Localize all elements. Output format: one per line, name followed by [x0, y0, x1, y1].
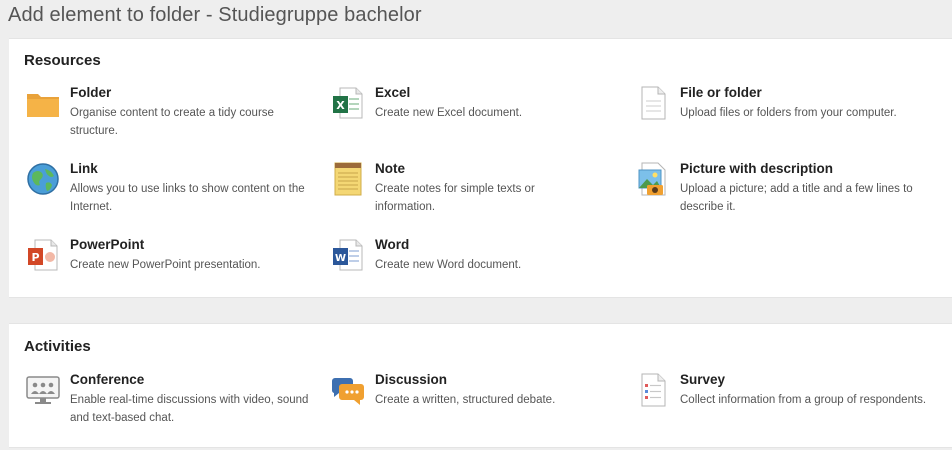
activity-discussion[interactable]: Discussion Create a written, structured … [330, 372, 630, 432]
page-title: Add element to folder - Studiegruppe bac… [8, 4, 422, 26]
svg-text:W: W [335, 253, 346, 264]
item-desc: Collect information from a group of resp… [680, 394, 927, 406]
resources-panel: Resources Folder Organise content to cre… [9, 38, 952, 298]
resource-excel[interactable]: X Excel Create new Excel document. [330, 85, 630, 145]
item-desc: Allows you to use links to show content … [70, 183, 305, 213]
item-name: File or folder [680, 85, 762, 100]
svg-text:X: X [336, 99, 345, 112]
resource-picture-with-description[interactable]: Picture with description Upload a pictur… [635, 161, 935, 221]
word-icon: W [330, 237, 366, 273]
svg-text:P: P [31, 251, 39, 264]
resource-powerpoint[interactable]: P PowerPoint Create new PowerPoint prese… [25, 237, 325, 297]
resources-title: Resources [24, 52, 101, 69]
item-name: Discussion [375, 372, 448, 387]
resource-folder[interactable]: Folder Organise content to create a tidy… [25, 85, 325, 145]
excel-icon: X [330, 85, 366, 121]
globe-icon [25, 161, 61, 197]
activities-panel: Activities Conference Enable real-time d… [9, 323, 952, 448]
item-name: PowerPoint [70, 237, 145, 252]
conference-icon [25, 372, 61, 408]
item-desc: Create new PowerPoint presentation. [70, 259, 261, 271]
resource-note[interactable]: Note Create notes for simple texts or in… [330, 161, 630, 221]
item-name: Picture with description [680, 161, 834, 176]
file-icon [635, 85, 671, 121]
powerpoint-icon: P [25, 237, 61, 273]
item-desc: Enable real-time discussions with video,… [70, 394, 309, 424]
item-desc: Create notes for simple texts or informa… [375, 183, 535, 213]
item-desc: Create new Word document. [375, 259, 522, 271]
item-name: Survey [680, 372, 726, 387]
item-name: Word [375, 237, 410, 252]
activity-conference[interactable]: Conference Enable real-time discussions … [25, 372, 325, 432]
resource-link[interactable]: Link Allows you to use links to show con… [25, 161, 325, 221]
item-desc: Create a written, structured debate. [375, 394, 556, 406]
item-desc: Upload files or folders from your comput… [680, 107, 897, 119]
item-name: Conference [70, 372, 145, 387]
item-name: Note [375, 161, 405, 176]
discussion-icon [330, 372, 366, 408]
survey-icon [635, 372, 671, 408]
item-name: Link [70, 161, 98, 176]
activities-title: Activities [24, 338, 91, 355]
item-desc: Create new Excel document. [375, 107, 523, 119]
item-name: Folder [70, 85, 112, 100]
item-desc: Upload a picture; add a title and a few … [680, 183, 913, 213]
item-name: Excel [375, 85, 411, 100]
folder-icon [25, 85, 61, 121]
notepad-icon [330, 161, 366, 197]
activity-survey[interactable]: Survey Collect information from a group … [635, 372, 935, 432]
resource-file-or-folder[interactable]: File or folder Upload files or folders f… [635, 85, 935, 145]
resource-word[interactable]: W Word Create new Word document. [330, 237, 630, 297]
picture-icon [635, 161, 671, 197]
item-desc: Organise content to create a tidy course… [70, 107, 274, 137]
